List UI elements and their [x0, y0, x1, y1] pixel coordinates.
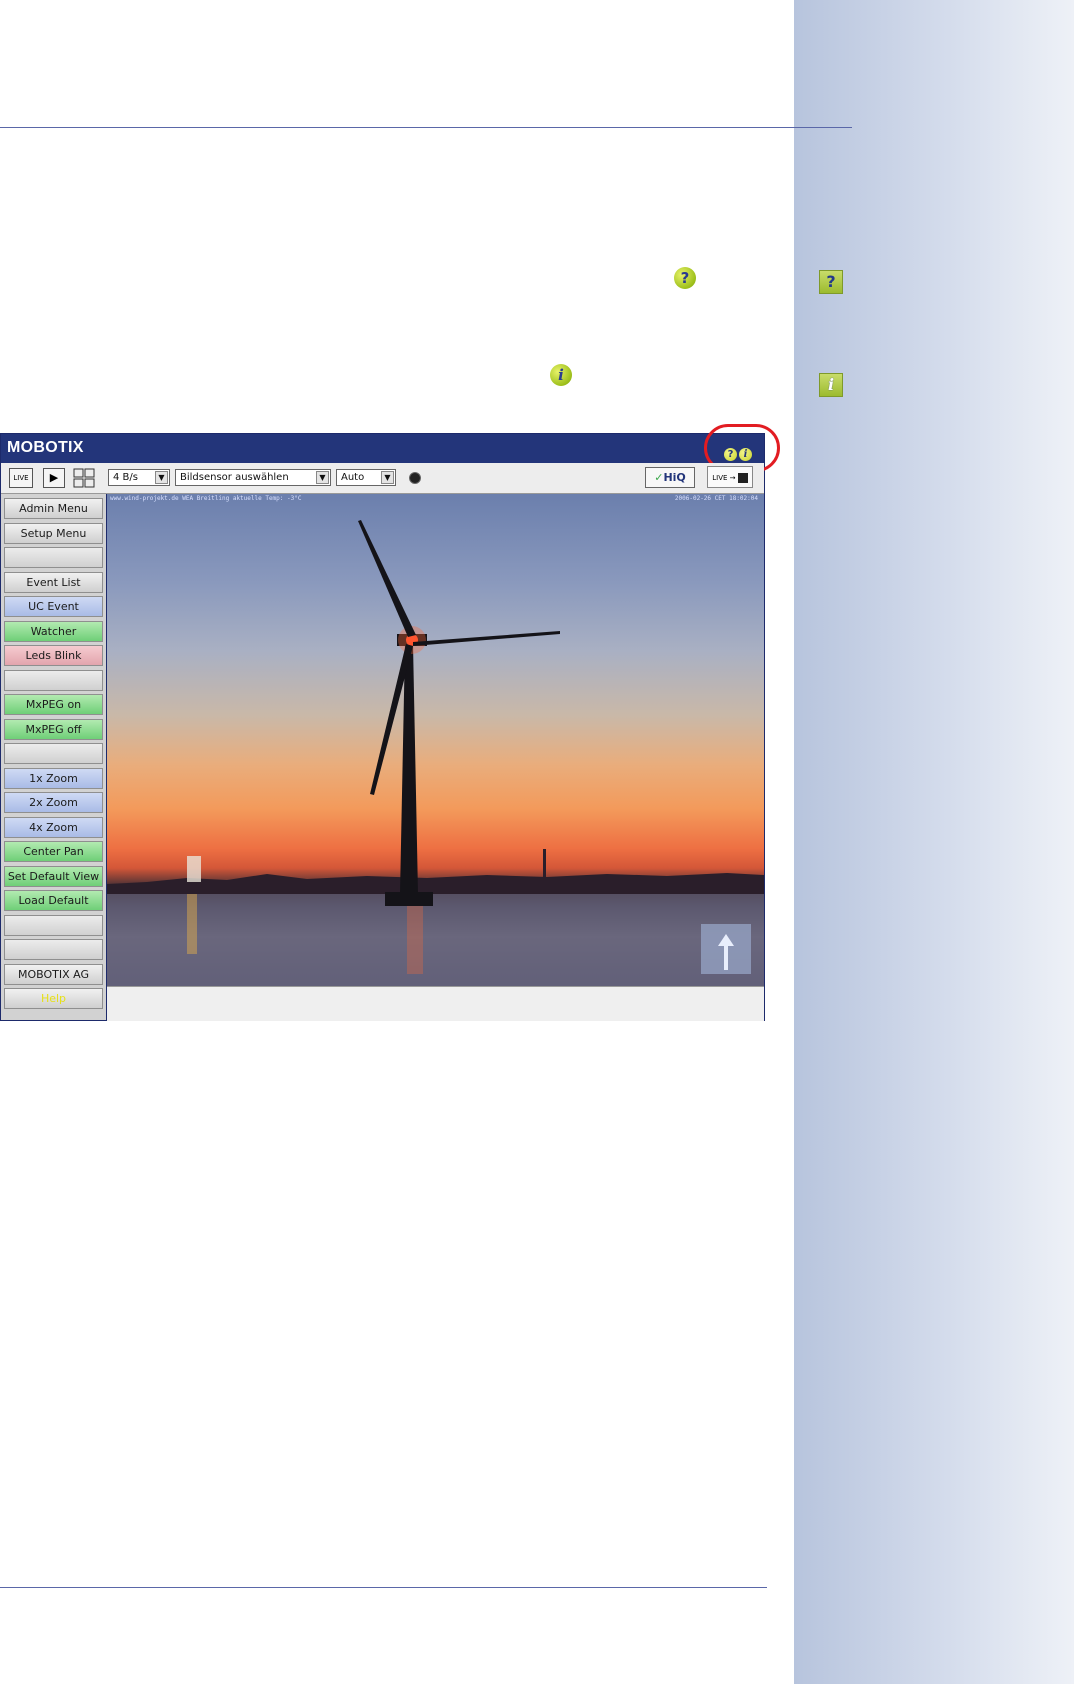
status-strip [107, 986, 764, 1021]
record-indicator-icon[interactable] [409, 472, 421, 484]
side-menu: Admin Menu Setup Menu Event List UC Event Wa… [1, 494, 107, 1020]
menu-spacer [4, 547, 103, 568]
menu-button-mxpeg-on[interactable]: MxPEG on [4, 694, 103, 715]
menu-button-watcher[interactable]: Watcher [4, 620, 103, 642]
menu-button-2x-zoom[interactable]: 2x Zoom [4, 792, 103, 813]
save-live-image-button[interactable]: LIVE → [707, 466, 753, 488]
menu-button-4x-zoom[interactable]: 4x Zoom [4, 816, 103, 838]
question-mark-icon: ? [674, 267, 696, 289]
menu-button-admin-menu[interactable]: Admin Menu [4, 498, 103, 519]
hiq-label: HiQ [663, 471, 686, 484]
menu-button-uc-event[interactable]: UC Event [4, 596, 103, 617]
multiview-grid-icon[interactable] [73, 468, 95, 488]
floppy-disk-icon [737, 473, 748, 483]
header-rule [0, 127, 852, 128]
play-button[interactable]: ▶ [43, 468, 65, 488]
mode-select[interactable]: Auto ▼ [336, 469, 396, 486]
menu-button-set-default-view[interactable]: Set Default View [4, 865, 103, 887]
menu-button-load-default-view[interactable]: Load Default View [4, 890, 103, 926]
menu-spacer [4, 669, 103, 691]
menu-button-mobotix-ag[interactable]: MOBOTIX AG [4, 963, 103, 985]
sidebar-question-mark-icon: ? [819, 270, 843, 294]
brand-logo: MOBOTIX [7, 439, 84, 456]
live-save-label: LIVE [712, 474, 728, 482]
framerate-select[interactable]: 4 B/s ▼ [108, 469, 170, 486]
toolbar: LIVE ▶ 4 B/s ▼ Bildsensor auswählen ▼ Au… [1, 463, 764, 494]
sidebar-info-icon: i [819, 373, 843, 397]
camera-live-window: MOBOTIX ? i LIVE ▶ 4 B/s ▼ Bildsensor aus… [0, 424, 780, 1021]
title-bar: MOBOTIX ? i [1, 424, 780, 472]
menu-button-leds-blink[interactable]: Leds Blink [4, 645, 103, 666]
menu-button-help[interactable]: Help [4, 988, 103, 1009]
menu-button-mxpeg-off[interactable]: MxPEG off [4, 718, 103, 740]
side-margin-panel [794, 0, 1074, 1684]
wind-turbine-scene [107, 520, 764, 986]
chevron-down-icon: ▼ [381, 471, 394, 484]
menu-spacer [4, 914, 103, 936]
sensor-select[interactable]: Bildsensor auswählen ▼ [175, 469, 331, 486]
menu-button-1x-zoom[interactable]: 1x Zoom [4, 767, 103, 789]
hiq-button[interactable]: ✓HiQ [645, 467, 695, 488]
footer-rule [0, 1587, 767, 1588]
menu-button-setup-menu[interactable]: Setup Menu [4, 522, 103, 544]
menu-spacer [4, 743, 103, 764]
mode-select-value: Auto [341, 472, 365, 483]
live-video-image[interactable]: www.wind-projekt.de WEA Breitling aktuel… [107, 494, 764, 986]
chevron-down-icon: ▼ [155, 471, 168, 484]
live-view-button[interactable]: LIVE [9, 468, 33, 488]
chevron-down-icon: ▼ [316, 471, 329, 484]
menu-spacer [4, 939, 103, 960]
info-icon: i [550, 364, 572, 386]
menu-button-center-pan[interactable]: Center Pan [4, 841, 103, 862]
framerate-value: 4 B/s [113, 472, 138, 483]
menu-button-event-list[interactable]: Event List [4, 571, 103, 593]
sensor-select-value: Bildsensor auswählen [180, 472, 289, 483]
